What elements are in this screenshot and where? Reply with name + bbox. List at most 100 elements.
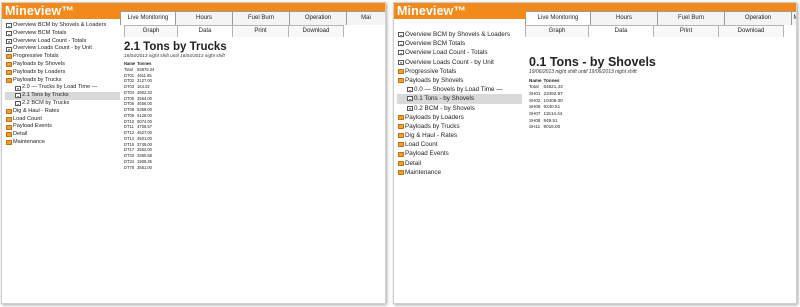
table-header-row: Name Tonnes: [529, 78, 565, 85]
sidebar-item-load-count[interactable]: Load Count: [397, 140, 522, 149]
sidebar-item-label: Payloads by Trucks: [405, 122, 460, 130]
folder-icon: [398, 160, 404, 166]
sidebar-item-label: Dig & Haul - Rates: [13, 107, 60, 114]
sidebar-item-payloads-by-shovels[interactable]: Payloads by Shovels: [397, 76, 522, 85]
folder-icon: [398, 68, 404, 74]
tonnes-cell: 9240.51: [543, 104, 561, 110]
unit-name-cell: SH11: [529, 124, 541, 130]
report-date-range: 16/04/2013 night shift until 16/04/2013 …: [124, 53, 225, 58]
tonnes-cell: 23492.97: [543, 90, 563, 96]
folder-icon: [6, 109, 12, 115]
tab-hours[interactable]: Hours: [175, 11, 233, 25]
folder-icon: [398, 142, 404, 148]
table-row: DT33 3360.58: [124, 153, 156, 159]
sidebar-item-label: Overview BCM by Shovels & Loaders: [405, 31, 510, 38]
tab-operation[interactable]: Operation: [289, 11, 347, 25]
sidebar-item-overview-bcm-by-shovels-loaders[interactable]: Overview BCM by Shovels & Loaders: [397, 30, 522, 39]
sidebar-item-label: Overview BCM by Shovels & Loaders: [13, 22, 107, 28]
sidebar-item-2-1-tons-by-trucks[interactable]: 2.1 Tons by Trucks: [5, 92, 120, 100]
table-row: Total 83879.34: [124, 67, 156, 73]
sidebar-item-label: Maintenance: [405, 168, 442, 176]
sidebar-item-detail[interactable]: Detail: [5, 131, 120, 139]
sidebar-item-0-2-bcm-by-shovels[interactable]: 0.2 BCM - by Shovels: [397, 104, 522, 113]
subtab-download[interactable]: Download: [288, 25, 344, 37]
sidebar-item-label: Overview BCM Totals: [405, 40, 466, 48]
report-content: 2.1 Tons by Trucks 16/04/2013 night shif…: [124, 41, 227, 170]
report-subtabs: Graph Data Print Download: [525, 25, 784, 37]
sidebar-item-maintenance[interactable]: Maintenance: [397, 168, 522, 177]
table-row: DT08 5359.00: [124, 107, 156, 113]
tab-hours[interactable]: Hours: [590, 11, 658, 25]
document-icon: [6, 38, 12, 44]
tab-operation[interactable]: Operation: [724, 11, 792, 25]
tab-live-monitoring[interactable]: Live Monitoring: [120, 11, 176, 25]
sidebar-item-dig-haul-rates[interactable]: Dig & Haul - Rates: [5, 108, 120, 116]
document-icon: [6, 46, 12, 52]
app-logo: Mineview™: [397, 4, 466, 18]
subtab-data[interactable]: Data: [588, 25, 654, 37]
sidebar-item-0-0-shovels-by-load-time[interactable]: 0.0 — Shovels by Load Time —: [397, 85, 522, 94]
tab-live-monitoring[interactable]: Live Monitoring: [525, 11, 591, 25]
subtab-print[interactable]: Print: [232, 25, 289, 37]
sidebar-item-dig-haul-rates[interactable]: Dig & Haul - Rates: [397, 131, 522, 140]
sidebar-item-overview-bcm-by-shovels-loaders[interactable]: Overview BCM by Shovels & Loaders: [5, 22, 120, 30]
tonnes-table: Name Tonnes Total 83879.34 DT01 4911.65 DT02 21…: [124, 61, 156, 170]
sidebar-item-overview-bcm-totals[interactable]: Overview BCM Totals: [397, 39, 522, 48]
sidebar-item-label: Maintenance: [13, 138, 46, 145]
sidebar-item-label: Detail: [13, 131, 28, 138]
subtab-graph[interactable]: Graph: [124, 25, 178, 37]
sidebar-item-overview-bcm-totals[interactable]: Overview BCM Totals: [5, 30, 120, 38]
sidebar-item-payloads-by-shovels[interactable]: Payloads by Shovels: [5, 61, 120, 69]
column-header-name: Name: [529, 77, 542, 83]
tab-fuel-burn[interactable]: Fuel Burn: [232, 11, 290, 25]
sidebar-item-payloads-by-trucks[interactable]: Payloads by Trucks: [397, 122, 522, 131]
sidebar-item-overview-loads-count-by-unit[interactable]: Overview Loads Count - by Unit: [397, 58, 522, 67]
document-icon: [407, 87, 413, 93]
sidebar-item-payloads-by-loaders[interactable]: Payloads by Loaders: [5, 69, 120, 77]
page-title: 2.1 Tons by Trucks: [124, 41, 227, 53]
unit-name-cell: SH02: [529, 97, 541, 103]
report-subtabs: Graph Data Print Download: [124, 25, 344, 37]
tab-maintenance-truncated[interactable]: M: [791, 11, 796, 25]
sidebar-item-label: 2.1 Tons by Trucks: [22, 92, 69, 99]
sidebar-item-maintenance[interactable]: Maintenance: [5, 139, 120, 147]
app-logo: Mineview™: [5, 4, 74, 18]
sidebar-item-label: 2.0 — Trucks by Load Time —: [22, 84, 98, 91]
sidebar-item-payload-events[interactable]: Payload Events: [397, 149, 522, 158]
mineview-window-right: Mineview™ Live Monitoring Hours Fuel Bur…: [393, 2, 797, 304]
folder-icon: [398, 169, 404, 175]
subtab-data[interactable]: Data: [177, 25, 233, 37]
sidebar-item-0-1-tons-by-shovels[interactable]: 0.1 Tons - by Shovels: [397, 94, 522, 104]
table-row: Total 64621.43: [529, 84, 565, 91]
table-row: SH08 949.51: [529, 118, 565, 125]
page-title: 0.1 Tons - by Shovels: [529, 55, 656, 69]
sidebar-item-overview-loads-count-by-unit[interactable]: Overview Loads Count - by Unit: [5, 45, 120, 53]
sidebar-item-payloads-by-trucks[interactable]: Payloads by Trucks: [5, 77, 120, 85]
tab-maintenance-truncated[interactable]: Mai: [346, 11, 385, 25]
sidebar-item-load-count[interactable]: Load Count: [5, 116, 120, 124]
sidebar-item-progressive-totals[interactable]: Progressive Totals: [5, 53, 120, 61]
sidebar-item-payloads-by-loaders[interactable]: Payloads by Loaders: [397, 113, 522, 122]
sidebar-item-payload-events[interactable]: Payload Events: [5, 123, 120, 131]
report-tree-sidebar: Overview BCM by Shovels & Loaders Overvie…: [5, 22, 120, 147]
sidebar-item-2-0-trucks-by-load-time[interactable]: 2.0 — Trucks by Load Time —: [5, 84, 120, 92]
table-row: SH06 9240.51: [529, 104, 565, 111]
tonnes-cell: 9016.00: [543, 124, 561, 130]
sidebar-item-label: Payload Events: [13, 123, 52, 130]
document-icon: [15, 101, 21, 107]
table-row: DT04 4902.20: [124, 90, 156, 96]
subtab-download[interactable]: Download: [718, 25, 784, 37]
sidebar-item-2-2-bcm-by-trucks[interactable]: 2.2 BCM by Trucks: [5, 100, 120, 108]
sidebar-item-label: Dig & Haul - Rates: [405, 132, 458, 140]
sidebar-item-label: Overview Loads Count - by Unit: [13, 45, 92, 52]
subtab-print[interactable]: Print: [653, 25, 719, 37]
sidebar-item-detail[interactable]: Detail: [397, 159, 522, 168]
sidebar-item-overview-load-count-totals[interactable]: Overview Load Count - Totals: [397, 48, 522, 57]
sidebar-item-label: Payloads by Shovels: [405, 76, 464, 84]
sidebar-item-overview-load-count-totals[interactable]: Overview Load Count - Totals: [5, 38, 120, 46]
subtab-graph[interactable]: Graph: [525, 25, 589, 37]
sidebar-item-progressive-totals[interactable]: Progressive Totals: [397, 67, 522, 76]
table-row: DT14 4501.00: [124, 136, 156, 142]
tab-fuel-burn[interactable]: Fuel Burn: [657, 11, 725, 25]
sidebar-item-label: Payloads by Loaders: [405, 113, 464, 121]
